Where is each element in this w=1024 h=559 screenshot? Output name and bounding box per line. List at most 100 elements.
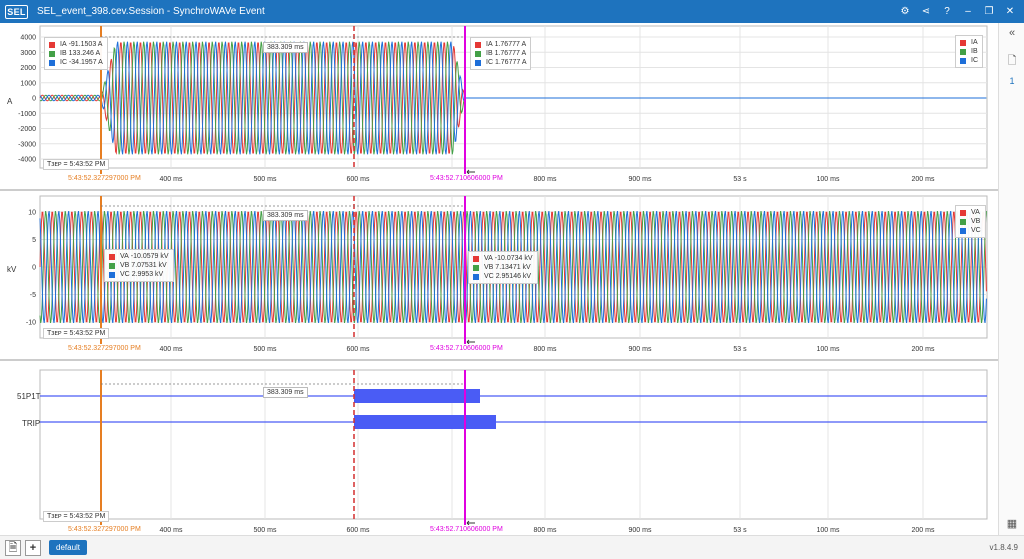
readout-name: IA xyxy=(60,41,67,48)
x-tick-label: 200 ms xyxy=(912,346,935,353)
readout-name: VC xyxy=(120,271,130,278)
legend-label: IC xyxy=(971,57,978,64)
x-tick-label: 900 ms xyxy=(629,527,652,534)
readout-value: 7.13471 kV xyxy=(495,264,531,271)
add-tab-button[interactable]: + xyxy=(25,539,41,556)
readout-row: VA -10.0579 kV xyxy=(109,252,169,261)
restore-icon[interactable]: ❐ xyxy=(983,6,995,17)
collapse-chevron-icon[interactable]: « xyxy=(1004,27,1020,43)
export-icon[interactable]: 🗎 xyxy=(5,539,21,556)
version-label: v1.8.4.9 xyxy=(989,543,1018,552)
cursor1-timestamp: 5:43:52.327297000 PM xyxy=(66,525,143,534)
voltage-cursor1-readout: VA -10.0579 kV VB 7.07531 kV VC 2.9953 k… xyxy=(104,249,174,282)
x-tick-label: 100 ms xyxy=(817,346,840,353)
phase-c-swatch xyxy=(960,57,966,64)
x-tick-label: 800 ms xyxy=(534,176,557,183)
legend-label: VB xyxy=(971,218,981,225)
current-cursor2-readout: IA 1.76777 A IB 1.76777 A IC 1.76777 A xyxy=(470,37,532,70)
x-tick-label: 600 ms xyxy=(347,346,370,353)
digital-asserted-trip xyxy=(354,415,496,429)
cursor2-timestamp: 5:43:52.710606000 PM xyxy=(428,174,505,183)
phase-a-swatch xyxy=(49,41,55,48)
readout-value: 1.76777 A xyxy=(494,59,527,66)
current-delta-label: 383.309 ms xyxy=(263,42,308,53)
calculator-icon[interactable]: ▦ xyxy=(1004,517,1020,533)
readout-value: 2.9953 kV xyxy=(131,271,164,278)
share-icon[interactable]: ⋖ xyxy=(920,6,932,17)
y-tick-label: 4000 xyxy=(20,35,36,42)
current-legend[interactable]: IA IB IC xyxy=(955,35,983,68)
readout-name: IC xyxy=(60,59,67,66)
current-trigger-time: Tᴈᴇᴘ = 5:43:52 PM xyxy=(43,159,110,170)
phase-b-swatch xyxy=(960,48,966,55)
x-tick-label: 500 ms xyxy=(254,527,277,534)
voltage-legend[interactable]: VA VB VC xyxy=(955,205,986,238)
voltage-ylabel: kV xyxy=(7,265,17,274)
voltage-cursor2-readout: VA -10.0734 kV VB 7.13471 kV VC 2.95146 … xyxy=(468,251,538,284)
x-tick-label: 100 ms xyxy=(817,527,840,534)
phase-a-swatch xyxy=(960,209,966,216)
phase-a-swatch xyxy=(960,39,966,46)
close-icon[interactable]: ✕ xyxy=(1004,6,1016,17)
legend-label: VC xyxy=(971,227,981,234)
readout-name: IB xyxy=(486,50,493,57)
readout-row: VB 7.07531 kV xyxy=(109,261,169,270)
digital-channel-trip: TRIP xyxy=(22,419,41,428)
readout-value: 1.76777 A xyxy=(494,41,527,48)
phase-a-swatch xyxy=(475,41,481,48)
digital-channel-51p1t: 51P1T xyxy=(17,392,41,401)
page-icon[interactable]: 🗋 xyxy=(1004,52,1020,68)
legend-item[interactable]: IA xyxy=(960,38,978,47)
x-tick-label: 500 ms xyxy=(254,176,277,183)
legend-item[interactable]: IB xyxy=(960,47,978,56)
legend-item[interactable]: VC xyxy=(960,226,981,235)
readout-row: IA 1.76777 A xyxy=(475,40,526,49)
phase-b-swatch xyxy=(109,262,115,269)
phase-b-swatch xyxy=(475,50,481,57)
y-tick-label: -10 xyxy=(26,320,36,327)
current-cursor1-readout: IA -91.1503 A IB 133.246 A IC -34.1957 A xyxy=(44,37,108,70)
gear-icon[interactable]: ⚙ xyxy=(899,6,911,17)
y-tick-label: 3000 xyxy=(20,50,36,57)
legend-item[interactable]: IC xyxy=(960,56,978,65)
readout-name: VB xyxy=(484,264,494,271)
readout-value: 133.246 A xyxy=(68,50,101,57)
tab-default[interactable]: default xyxy=(49,540,88,555)
readout-row: VB 7.13471 kV xyxy=(473,263,533,272)
readout-row: VC 2.9953 kV xyxy=(109,270,169,279)
legend-label: IB xyxy=(971,48,978,55)
x-tick-label: 200 ms xyxy=(912,527,935,534)
help-icon[interactable]: ? xyxy=(941,6,953,17)
digital-delta-label: 383.309 ms xyxy=(263,387,308,398)
x-tick-label: 800 ms xyxy=(534,346,557,353)
readout-value: 7.07531 kV xyxy=(131,262,167,269)
readout-name: VB xyxy=(120,262,130,269)
readout-row: IB 1.76777 A xyxy=(475,49,526,58)
digital-asserted-51p1t xyxy=(354,389,480,403)
minimize-icon[interactable]: – xyxy=(962,6,974,17)
readout-value: -34.1957 A xyxy=(68,59,103,66)
phase-b-swatch xyxy=(473,264,479,271)
x-tick-label: 900 ms xyxy=(629,176,652,183)
y-tick-label: 0 xyxy=(32,265,36,272)
y-tick-label: 2000 xyxy=(20,65,36,72)
page-number[interactable]: 1 xyxy=(1004,76,1020,92)
footer-bar: 🗎 + default v1.8.4.9 xyxy=(0,535,1024,559)
readout-row: IA -91.1503 A xyxy=(49,40,103,49)
readout-name: IC xyxy=(486,59,493,66)
legend-item[interactable]: VA xyxy=(960,208,981,217)
readout-value: -10.0734 kV xyxy=(494,255,533,262)
voltage-trigger-time: Tᴈᴇᴘ = 5:43:52 PM xyxy=(43,328,110,339)
phase-c-swatch xyxy=(960,227,966,234)
title-bar: SEL SEL_event_398.cev.Session - SynchroW… xyxy=(0,0,1024,23)
window-title: SEL_event_398.cev.Session - SynchroWAVe … xyxy=(37,6,265,17)
readout-value: -91.1503 A xyxy=(68,41,103,48)
readout-row: VC 2.95146 kV xyxy=(473,272,533,281)
phase-c-swatch xyxy=(473,273,479,280)
readout-name: IB xyxy=(60,50,67,57)
cursor2-timestamp: 5:43:52.710606000 PM xyxy=(428,344,505,353)
legend-item[interactable]: VB xyxy=(960,217,981,226)
readout-name: VA xyxy=(120,253,129,260)
phase-c-swatch xyxy=(475,59,481,66)
cursor2-timestamp: 5:43:52.710606000 PM xyxy=(428,525,505,534)
